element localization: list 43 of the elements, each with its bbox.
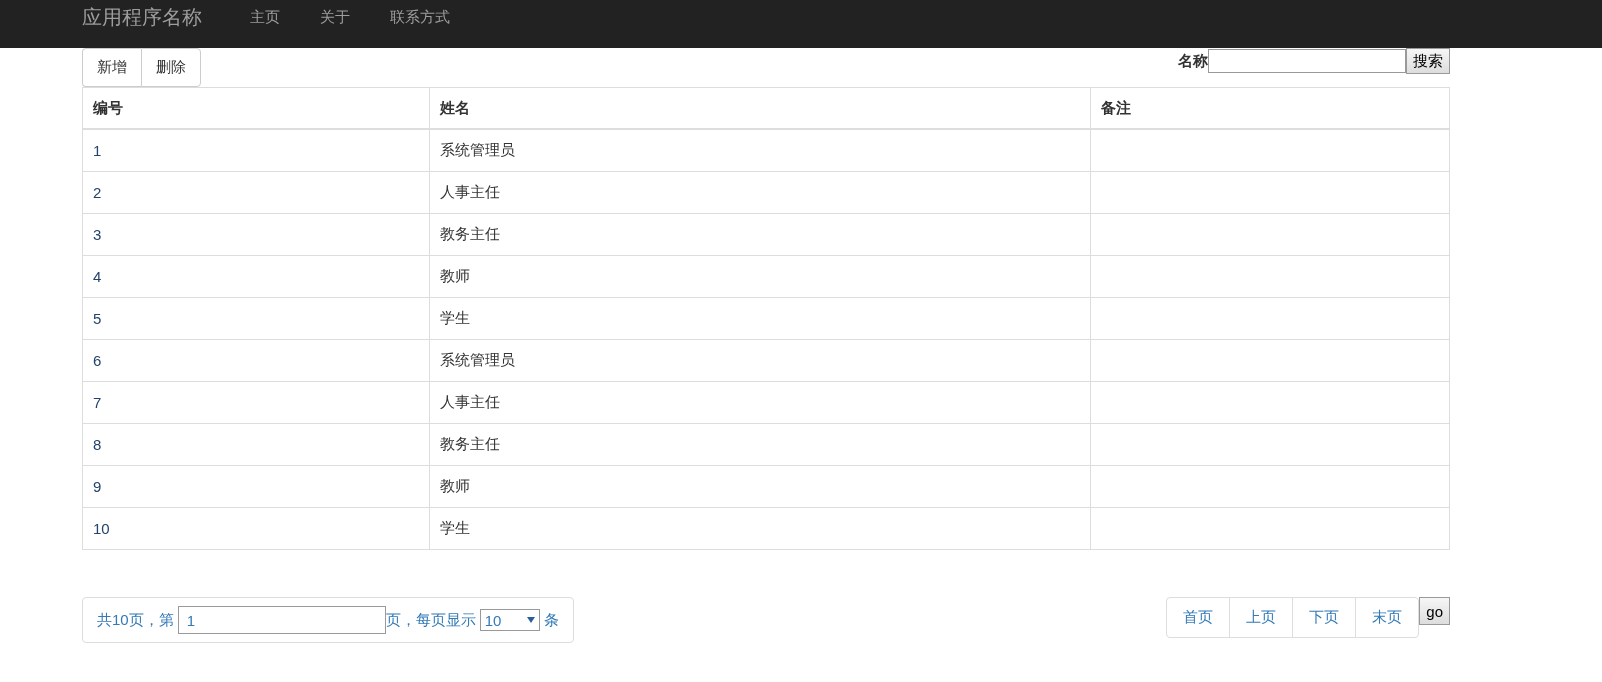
table-cell: 4 (93, 268, 102, 285)
app-brand-link[interactable]: 应用程序名称 (82, 3, 202, 31)
pagination-text: 页，每页显示 (385, 610, 476, 630)
toolbar-button[interactable]: 删除 (141, 48, 201, 87)
pager-button[interactable]: 下页 (1292, 598, 1356, 637)
table-cell: 6 (93, 352, 102, 369)
column-header: 备注 (1090, 87, 1450, 129)
pager-button[interactable]: 末页 (1355, 598, 1419, 637)
table-cell: 系统管理员 (440, 351, 515, 368)
table-cell: 1 (93, 142, 102, 159)
pagination-text: 条 (543, 610, 559, 630)
table-cell: 教务主任 (440, 435, 500, 452)
pager-button[interactable]: 上页 (1229, 598, 1293, 637)
table-cell: 8 (93, 436, 102, 453)
table-cell: 3 (93, 226, 102, 243)
column-header: 编号 (82, 87, 430, 129)
table-cell: 教师 (440, 267, 470, 284)
go-button[interactable]: go (1419, 597, 1450, 625)
pager-button[interactable]: 首页 (1167, 598, 1230, 637)
nav-link[interactable]: 联系方式 (390, 7, 450, 27)
table-cell: 人事主任 (440, 183, 500, 200)
nav-link[interactable]: 关于 (320, 7, 350, 27)
column-header: 姓名 (429, 87, 1091, 129)
nav-link[interactable]: 主页 (250, 7, 280, 27)
table-cell: 7 (93, 394, 102, 411)
pagination-text: 共10页，第 (97, 610, 174, 630)
table-cell: 5 (93, 310, 102, 327)
table-cell: 2 (93, 184, 102, 201)
page-size-select[interactable]: 10 (479, 609, 540, 631)
table-cell: 教师 (440, 477, 470, 494)
table-cell: 人事主任 (440, 393, 500, 410)
table-cell: 学生 (440, 519, 470, 536)
search-button[interactable]: 搜索 (1406, 48, 1450, 74)
search-field[interactable] (1208, 49, 1406, 73)
table-cell: 学生 (440, 309, 470, 326)
table-cell: 9 (93, 478, 102, 495)
table-cell: 教务主任 (440, 225, 500, 242)
table-cell: 系统管理员 (440, 141, 515, 158)
caret-icon (526, 617, 535, 623)
search-label: 名称 (1178, 51, 1208, 71)
table-cell: 10 (93, 520, 110, 537)
toolbar-button[interactable]: 新增 (82, 48, 141, 87)
page-number-field[interactable]: 1 (177, 606, 386, 634)
